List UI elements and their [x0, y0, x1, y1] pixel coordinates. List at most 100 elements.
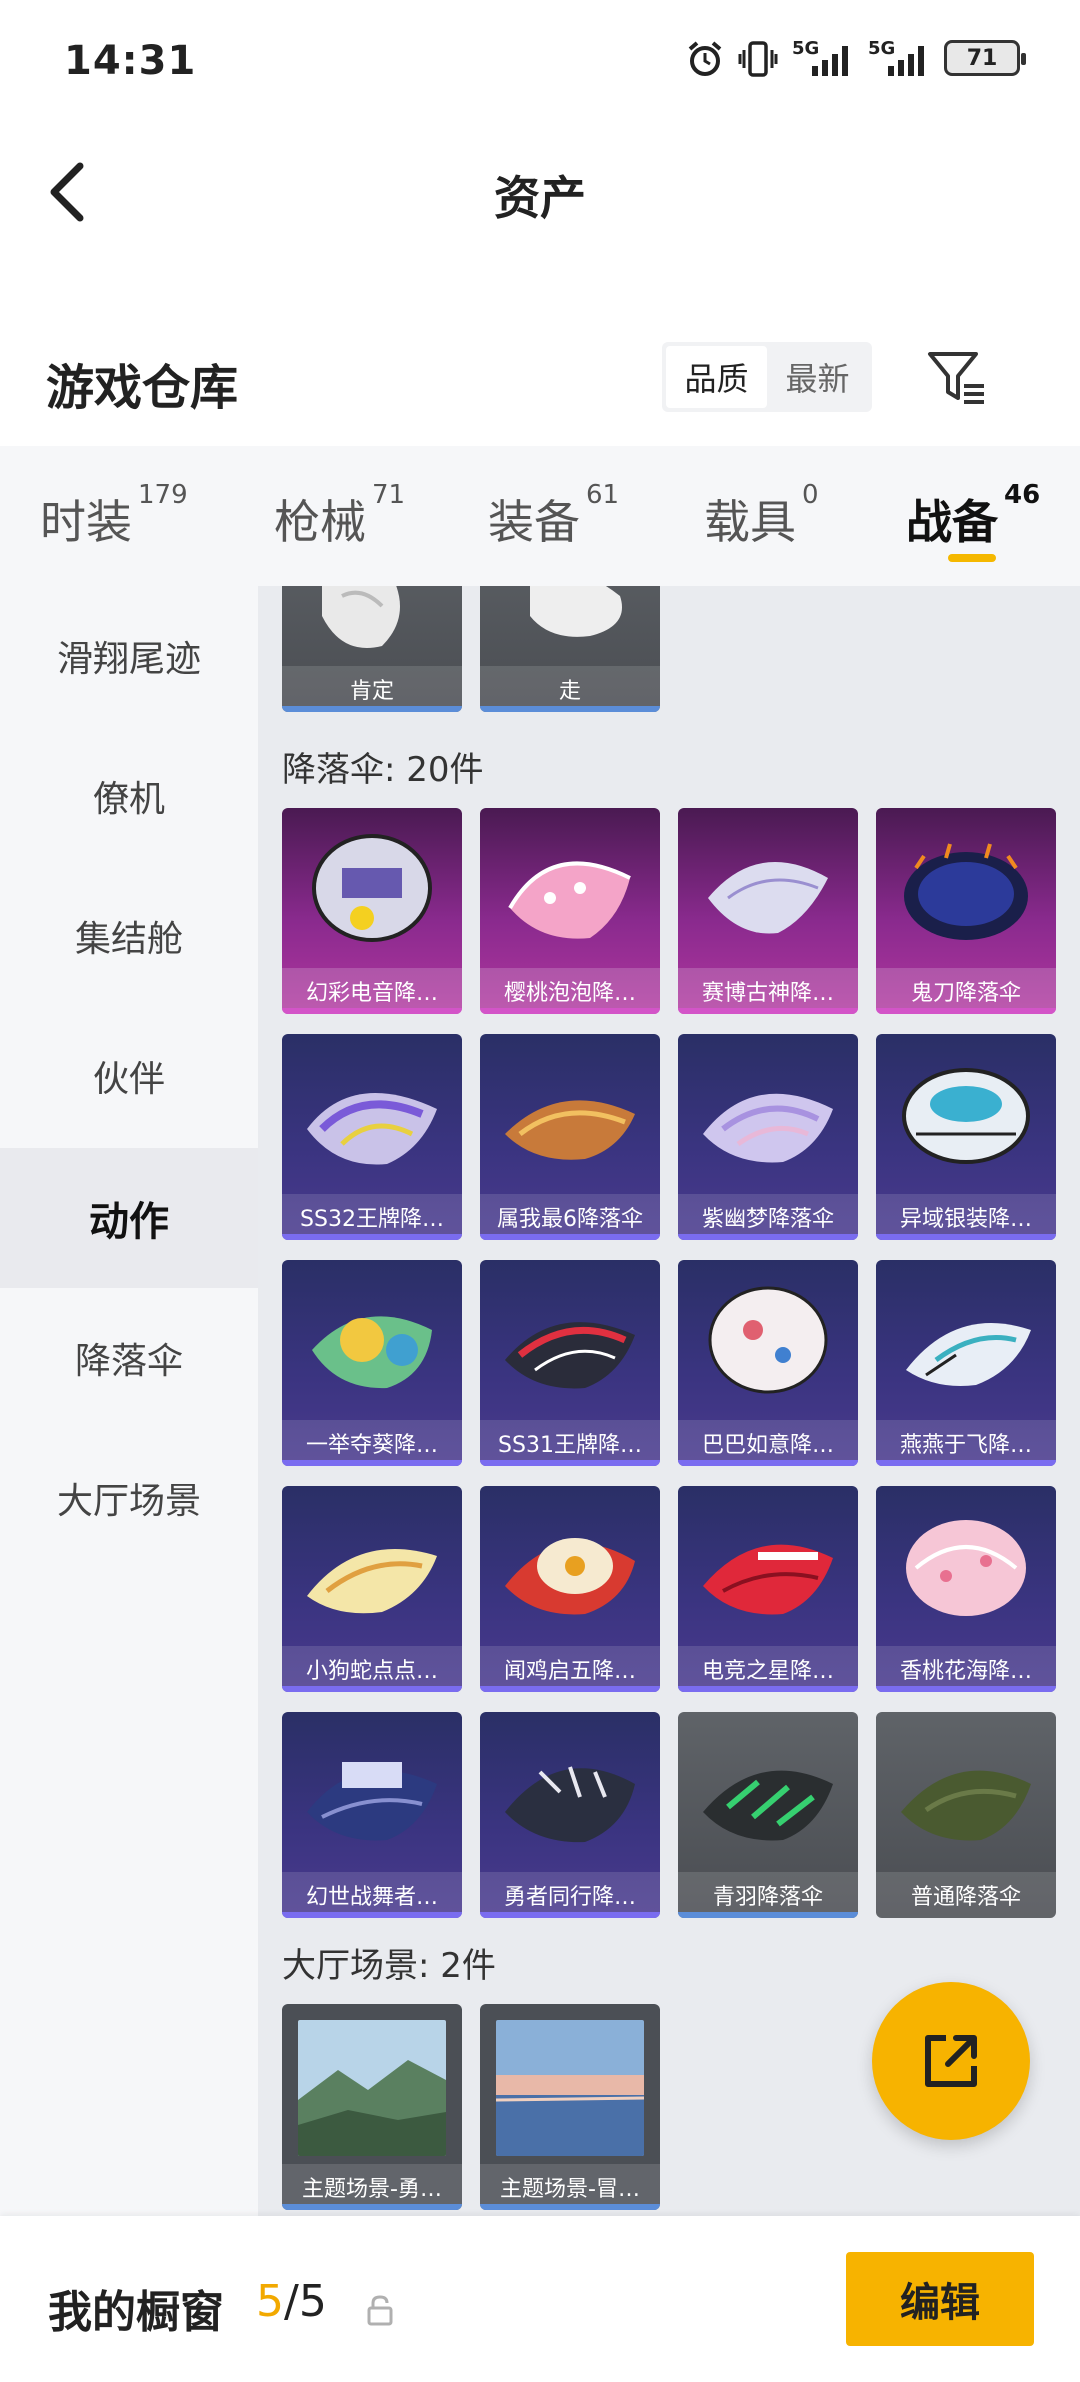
sidebar-item-lobby-scene[interactable]: 大厅场景 [0, 1428, 258, 1568]
rarity-bar [876, 1234, 1056, 1240]
parachute-thumbnail [904, 843, 1028, 940]
parachute-thumbnail [312, 834, 432, 942]
share-external-icon [925, 2035, 977, 2087]
tab-count: 46 [1004, 480, 1041, 510]
item-card[interactable]: 肯定 [282, 586, 462, 712]
parachute-thumbnail [901, 1770, 1031, 1841]
item-card[interactable]: 异域银装降… [876, 1034, 1056, 1240]
parachute-thumbnail [505, 1100, 635, 1160]
status-bar: 14:31 5G 5G 71 [0, 0, 1080, 120]
item-card[interactable]: 主题场景-勇… [282, 2004, 462, 2210]
section-title-parachute: 降落伞: 20件 [282, 750, 484, 790]
item-card[interactable]: 巴巴如意降… [678, 1260, 858, 1466]
rarity-bar [876, 1686, 1056, 1692]
signal-5g-icon: 5G [792, 38, 854, 78]
edit-button[interactable]: 编辑 [846, 2252, 1034, 2346]
parachute-thumbnail [703, 1770, 833, 1841]
sidebar-item-glide-trail[interactable]: 滑翔尾迹 [0, 586, 258, 726]
parachute-thumbnail [703, 1093, 833, 1163]
tab-fashion[interactable]: 时装 179 [40, 480, 188, 552]
status-time: 14:31 [64, 38, 197, 84]
tab-count: 0 [802, 480, 819, 510]
item-card[interactable]: 小狗蛇点点… [282, 1486, 462, 1692]
tab-equipment[interactable]: 装备 61 [488, 480, 619, 552]
item-card[interactable]: SS31王牌降… [480, 1260, 660, 1466]
item-name: 普通降落伞 [876, 1872, 1056, 1918]
action-pose-thumbnail [322, 586, 400, 648]
showcase-count: 5/5 [256, 2276, 327, 2327]
tab-vehicles[interactable]: 载具 0 [704, 480, 819, 552]
rarity-bar [480, 2204, 660, 2210]
item-card[interactable]: 勇者同行降… [480, 1712, 660, 1918]
category-tabs: 时装 179 枪械 71 装备 61 载具 0 战备 46 [0, 446, 1080, 586]
item-card[interactable]: 赛博古神降… [678, 808, 858, 1014]
rarity-bar [282, 1912, 462, 1918]
item-card[interactable]: 普通降落伞 [876, 1712, 1056, 1918]
filter-icon [928, 352, 984, 404]
rarity-bar [678, 1460, 858, 1466]
item-card[interactable]: 一举夺葵降… [282, 1260, 462, 1466]
item-card[interactable]: 属我最6降落伞 [480, 1034, 660, 1240]
parachute-thumbnail [708, 1286, 828, 1394]
sort-option-latest[interactable]: 最新 [767, 346, 868, 408]
alarm-icon [686, 38, 724, 78]
battery-icon: 71 [944, 40, 1026, 76]
item-card[interactable]: 香桃花海降… [876, 1486, 1056, 1692]
section-title-lobby: 大厅场景: 2件 [282, 1946, 496, 1986]
share-button[interactable] [872, 1982, 1030, 2140]
sort-option-quality[interactable]: 品质 [666, 346, 767, 408]
item-card[interactable]: 主题场景-冒… [480, 2004, 660, 2210]
rarity-bar [678, 1686, 858, 1692]
sidebar-item-assembly-pod[interactable]: 集结舱 [0, 866, 258, 1006]
rarity-bar [678, 1008, 858, 1014]
item-card[interactable]: 幻世战舞者… [282, 1712, 462, 1918]
tab-weapons[interactable]: 枪械 71 [274, 480, 405, 552]
parachute-thumbnail [906, 1323, 1031, 1386]
sidebar-item-actions[interactable]: 动作 [0, 1148, 258, 1288]
item-card[interactable]: 闻鸡启五降… [480, 1486, 660, 1692]
item-card[interactable]: SS32王牌降… [282, 1034, 462, 1240]
signal-5g-icon: 5G [868, 38, 930, 78]
tab-readiness[interactable]: 战备 46 [906, 480, 1040, 552]
item-card[interactable]: 樱桃泡泡降… [480, 808, 660, 1014]
rarity-bar [678, 1234, 858, 1240]
rarity-bar [282, 1460, 462, 1466]
showcase-label: 我的橱窗 [48, 2287, 224, 2338]
filter-button[interactable] [924, 344, 990, 410]
rarity-bar [876, 1008, 1056, 1014]
sidebar-item-wingman[interactable]: 僚机 [0, 726, 258, 866]
rarity-bar [282, 1008, 462, 1014]
parachute-thumbnail [505, 1766, 635, 1843]
parachute-thumbnail [906, 1520, 1026, 1616]
item-card[interactable]: 鬼刀降落伞 [876, 808, 1056, 1014]
sort-toggle: 品质 最新 [662, 342, 872, 412]
parachute-thumbnail [307, 1093, 437, 1165]
item-card[interactable]: 电竞之星降… [678, 1486, 858, 1692]
rarity-bar [282, 2204, 462, 2210]
item-card[interactable]: 紫幽梦降落伞 [678, 1034, 858, 1240]
status-icons: 5G 5G 71 [686, 38, 1026, 78]
sidebar-item-parachute[interactable]: 降落伞 [0, 1288, 258, 1428]
item-card[interactable]: 燕燕于飞降… [876, 1260, 1056, 1466]
parachute-thumbnail [505, 1538, 635, 1615]
rarity-bar [480, 706, 660, 712]
parachute-thumbnail [505, 1322, 635, 1389]
item-card[interactable]: 幻彩电音降… [282, 808, 462, 1014]
scene-thumbnail [496, 2020, 644, 2156]
sidebar-item-companion[interactable]: 伙伴 [0, 1006, 258, 1146]
rarity-bar [480, 1008, 660, 1014]
rarity-bar [480, 1460, 660, 1466]
sidebar: 滑翔尾迹 僚机 集结舱 伙伴 动作 降落伞 大厅场景 [0, 586, 258, 2216]
rarity-bar [480, 1912, 660, 1918]
parachute-thumbnail [312, 1316, 432, 1389]
rarity-bar [282, 1686, 462, 1692]
parachute-thumbnail [708, 862, 828, 934]
battery-level: 71 [966, 45, 998, 71]
item-grid: 肯定 走 降落伞: 20件 幻彩电音降… 樱桃泡泡降… 赛博古神降… 鬼刀降落伞… [258, 586, 1080, 2216]
parachute-thumbnail [902, 1068, 1030, 1164]
warehouse-title: 游戏仓库 [46, 360, 239, 416]
item-card[interactable]: 青羽降落伞 [678, 1712, 858, 1918]
vibrate-icon [738, 38, 778, 78]
rarity-bar [282, 1234, 462, 1240]
item-card[interactable]: 走 [480, 586, 660, 712]
